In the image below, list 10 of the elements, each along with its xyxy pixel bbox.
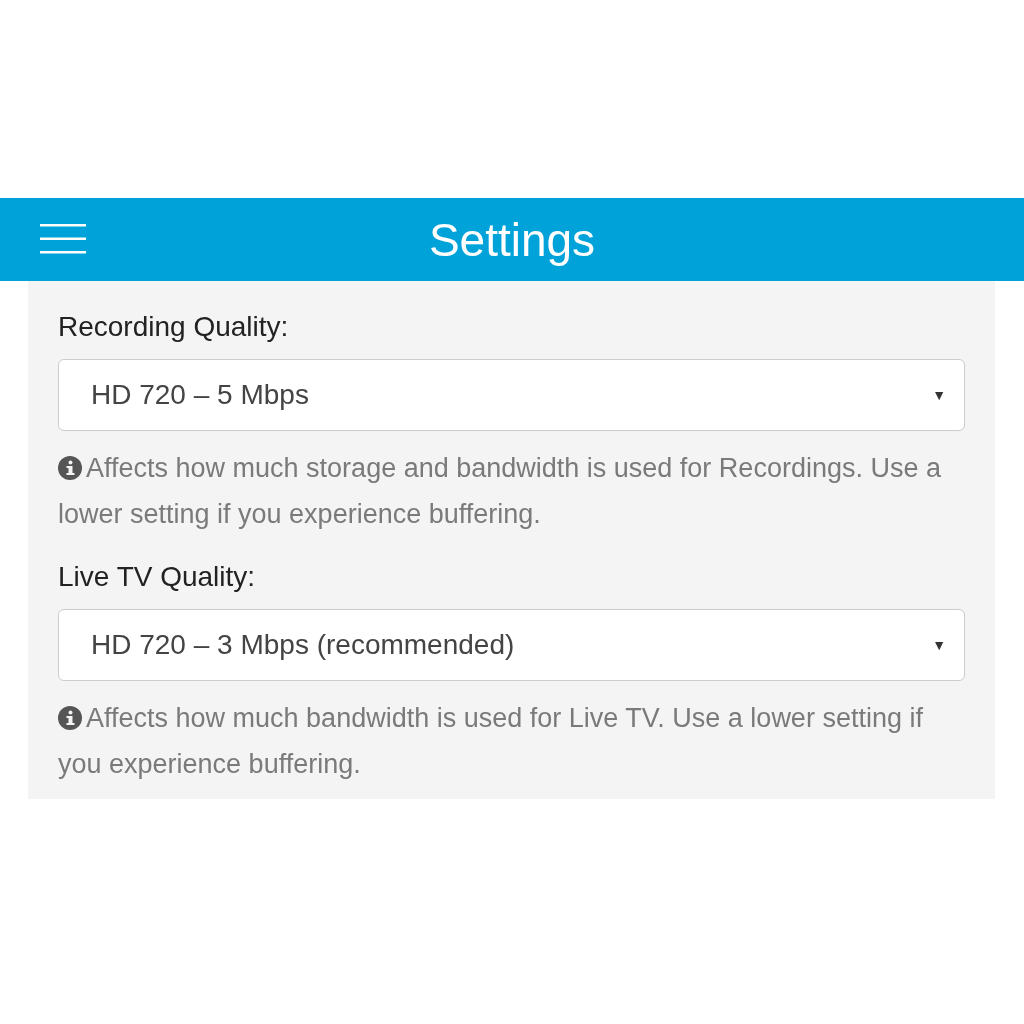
quality-dropdown[interactable]: HD 720 – 5 Mbps ▼ <box>58 359 965 431</box>
page-title: Settings <box>428 212 596 267</box>
info-icon <box>58 706 82 730</box>
help-text: Affects how much bandwidth is used for Live TV. Use a lower setting if you experience buffering. <box>58 702 924 781</box>
quality-dropdown[interactable]: HD 720 – 3 Mbps (recommended) ▼ <box>58 609 965 681</box>
setting-label: Recording Quality: <box>58 311 290 343</box>
menu-icon[interactable] <box>40 223 86 255</box>
help-text: Affects how much storage and bandwidth is used for Recordings. Use a lower setting if you experience buffering. <box>58 452 942 531</box>
setting-label: Live TV Quality: <box>58 561 257 593</box>
info-icon <box>58 456 82 480</box>
